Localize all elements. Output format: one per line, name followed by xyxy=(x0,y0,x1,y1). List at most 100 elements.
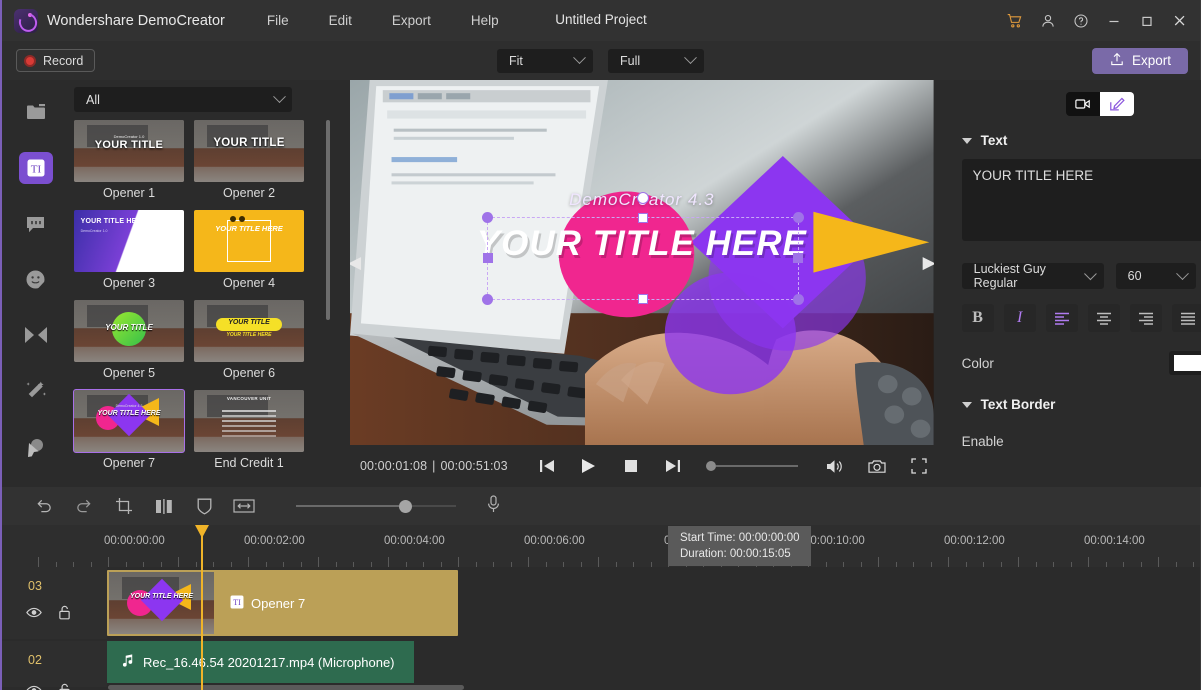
snapshot-button[interactable] xyxy=(856,451,898,481)
track-body[interactable]: YOUR TITLE HERE TI Opener 7 xyxy=(107,567,1200,639)
volume-track[interactable] xyxy=(716,465,798,467)
play-button[interactable] xyxy=(568,451,610,481)
account-icon[interactable] xyxy=(1031,6,1064,36)
timeline-zoom-slider[interactable] xyxy=(296,500,456,513)
zoom-knob[interactable] xyxy=(399,500,412,513)
template-thumbnail: YOUR TITLE HERE DemoCreator 1.0 xyxy=(74,210,184,272)
bold-button[interactable]: B xyxy=(962,304,994,332)
minimize-button[interactable] xyxy=(1097,6,1130,36)
track-body[interactable]: Rec_16.46.54 20201217.mp4 (Microphone) xyxy=(107,641,1200,687)
template-item[interactable]: YOUR TITLE Opener 2 xyxy=(194,120,304,203)
menu-edit[interactable]: Edit xyxy=(329,13,352,28)
resize-handle-tr[interactable] xyxy=(793,212,804,223)
align-right-button[interactable] xyxy=(1130,304,1162,332)
template-thumb-text: YOUR TITLE HERE xyxy=(194,224,304,233)
sidebar-item-effects[interactable] xyxy=(19,375,53,407)
resize-handle-mr[interactable] xyxy=(793,253,803,263)
rotate-handle[interactable] xyxy=(637,192,649,204)
template-item[interactable]: VANCOUVER UNIT End Credit 1 xyxy=(194,390,304,473)
align-left-button[interactable] xyxy=(1046,304,1078,332)
playhead-handle-icon[interactable] xyxy=(195,525,209,538)
sidebar-item-media-library[interactable] xyxy=(19,96,53,128)
unlock-icon[interactable] xyxy=(58,605,71,625)
clip-opener-7[interactable]: YOUR TITLE HERE TI Opener 7 xyxy=(107,570,458,636)
italic-button[interactable]: I xyxy=(1004,304,1036,332)
template-item-opener-7[interactable]: YOUR TITLE HERE DemoCreator 4.3 Opener 7 xyxy=(74,390,184,473)
maximize-button[interactable] xyxy=(1130,6,1163,36)
eye-icon[interactable] xyxy=(26,605,42,623)
track-header: 03 xyxy=(2,567,107,639)
undo-button[interactable] xyxy=(24,491,64,521)
template-item[interactable]: YOUR TITLE HERE DemoCreator 1.0 Opener 3 xyxy=(74,210,184,293)
time-separator: | xyxy=(432,459,435,473)
text-section-header[interactable]: Text xyxy=(962,133,1201,148)
timeline-ruler[interactable]: 00:00:00:00 00:00:02:00 00:00:04:00 00:0… xyxy=(2,525,1200,567)
video-mode-icon[interactable] xyxy=(1066,92,1100,116)
crop-button[interactable] xyxy=(104,491,144,521)
mask-button[interactable] xyxy=(184,491,224,521)
sidebar-item-stickers[interactable] xyxy=(19,264,53,296)
font-family-dropdown[interactable]: Luckiest Guy Regular xyxy=(962,263,1104,289)
template-thumb-sub: YOUR TITLE HERE xyxy=(194,332,304,338)
template-item[interactable]: YOUR TITLE HERE Opener 4 xyxy=(194,210,304,293)
sidebar-item-captions[interactable] xyxy=(19,208,53,240)
preview-stage[interactable]: DemoCreator 4.3 YOUR TITLE HERE ◀ ▶ xyxy=(350,80,934,445)
template-item[interactable]: YOUR TITLE DemoCreator 1.0 Opener 1 xyxy=(74,120,184,203)
volume-knob[interactable] xyxy=(706,461,716,471)
fullscreen-button[interactable] xyxy=(898,451,940,481)
stop-button[interactable] xyxy=(610,451,652,481)
sidebar-item-transitions[interactable] xyxy=(19,319,53,351)
microphone-button[interactable] xyxy=(486,495,501,518)
playback-controls: 00:00:01:08 | 00:00:51:03 xyxy=(344,445,940,487)
menu-file[interactable]: File xyxy=(267,13,289,28)
playhead-ruler[interactable] xyxy=(201,525,203,567)
fit-timeline-button[interactable] xyxy=(224,491,264,521)
ruler-label: 00:00:10:00 xyxy=(804,535,865,547)
timeline-horizontal-scrollbar[interactable] xyxy=(108,685,464,690)
volume-slider[interactable] xyxy=(706,461,798,471)
split-button[interactable] xyxy=(144,491,184,521)
collapse-triangle-icon xyxy=(962,138,972,144)
text-border-section-header[interactable]: Text Border xyxy=(962,397,1201,412)
help-icon[interactable] xyxy=(1064,6,1097,36)
eye-icon[interactable] xyxy=(26,683,42,690)
collapse-right-arrow-icon[interactable]: ▶ xyxy=(923,250,934,276)
sidebar-item-annotations[interactable] xyxy=(19,431,53,463)
fit-dropdown[interactable]: Fit xyxy=(497,49,593,73)
template-filter-dropdown[interactable]: All xyxy=(74,87,292,112)
font-size-dropdown[interactable]: 60 xyxy=(1116,263,1196,289)
template-item[interactable]: YOUR TITLE YOUR TITLE HERE Opener 6 xyxy=(194,300,304,383)
volume-button[interactable] xyxy=(814,451,856,481)
unlock-icon[interactable] xyxy=(58,683,71,690)
export-button[interactable]: Export xyxy=(1092,48,1188,74)
record-button[interactable]: Record xyxy=(16,49,95,72)
resize-handle-tl[interactable] xyxy=(482,212,493,223)
color-picker[interactable] xyxy=(1169,351,1201,375)
quality-dropdown[interactable]: Full xyxy=(608,49,704,73)
text-input[interactable] xyxy=(962,159,1201,241)
template-scrollbar[interactable] xyxy=(326,120,330,320)
close-button[interactable] xyxy=(1163,6,1196,36)
template-label: Opener 1 xyxy=(74,186,184,200)
redo-button[interactable] xyxy=(64,491,104,521)
clip-audio-recording[interactable]: Rec_16.46.54 20201217.mp4 (Microphone) xyxy=(107,641,414,683)
align-center-button[interactable] xyxy=(1088,304,1120,332)
cart-icon[interactable] xyxy=(998,6,1031,36)
sidebar-item-text-titles[interactable]: TI xyxy=(19,152,53,184)
selection-box[interactable] xyxy=(487,217,799,301)
next-frame-button[interactable] xyxy=(652,451,694,481)
menu-help[interactable]: Help xyxy=(471,13,499,28)
edit-mode-icon[interactable] xyxy=(1100,92,1134,116)
align-justify-button[interactable] xyxy=(1172,304,1201,332)
resize-handle-ml[interactable] xyxy=(483,253,493,263)
collapse-left-arrow-icon[interactable]: ◀ xyxy=(350,250,361,276)
template-item[interactable]: YOUR TITLE Opener 5 xyxy=(74,300,184,383)
resize-handle-bm[interactable] xyxy=(638,294,648,304)
menu-export[interactable]: Export xyxy=(392,13,431,28)
resize-handle-tm[interactable] xyxy=(638,213,648,223)
prev-frame-button[interactable] xyxy=(526,451,568,481)
ruler-label: 00:00:02:00 xyxy=(244,535,305,547)
italic-glyph: I xyxy=(1017,309,1022,327)
template-panel: All YOUR TITLE DemoCreator 1.0 Opener 1 xyxy=(69,80,344,487)
template-label: End Credit 1 xyxy=(194,456,304,470)
